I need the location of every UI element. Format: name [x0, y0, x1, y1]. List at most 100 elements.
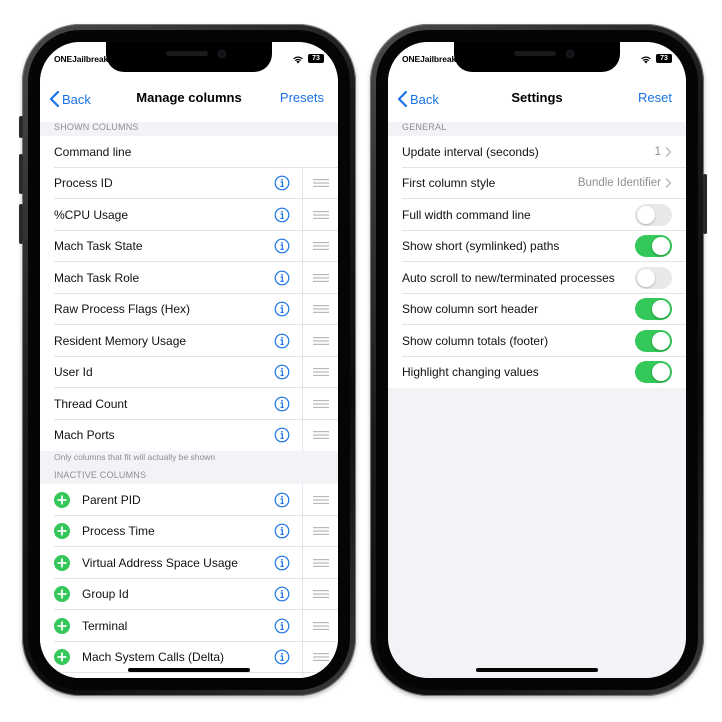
- inactive-column-row[interactable]: Terminal: [40, 610, 338, 642]
- info-icon[interactable]: [274, 207, 290, 223]
- reorder-handle[interactable]: [302, 673, 338, 678]
- setting-row[interactable]: Auto scroll to new/terminated processes: [388, 262, 686, 294]
- reorder-handle[interactable]: [302, 484, 338, 516]
- shown-column-row[interactable]: Raw Process Flags (Hex): [40, 293, 338, 325]
- shown-column-row[interactable]: Mach Ports: [40, 419, 338, 451]
- inactive-column-row[interactable]: Virtual Address Space Usage: [40, 547, 338, 579]
- info-icon[interactable]: [274, 238, 290, 254]
- add-icon[interactable]: [54, 586, 70, 603]
- setting-toggle[interactable]: [635, 329, 672, 352]
- column-label: Process ID: [54, 176, 113, 191]
- drag-handle-icon: [312, 305, 329, 314]
- settings-list[interactable]: GENERAL Update interval (seconds) 1 First …: [388, 122, 686, 678]
- info-icon[interactable]: [274, 618, 290, 634]
- add-icon[interactable]: [54, 491, 70, 508]
- info-icon[interactable]: [274, 555, 290, 571]
- reorder-handle[interactable]: [302, 641, 338, 673]
- presets-button[interactable]: Presets: [280, 90, 324, 105]
- reorder-handle[interactable]: [302, 325, 338, 357]
- home-indicator[interactable]: [128, 668, 250, 672]
- shown-columns-header: SHOWN COLUMNS: [54, 122, 139, 132]
- setting-toggle[interactable]: [635, 235, 672, 258]
- info-icon[interactable]: [274, 586, 290, 602]
- nav-bar: Back Settings Reset: [388, 76, 686, 122]
- shown-column-row[interactable]: Thread Count: [40, 388, 338, 420]
- add-icon[interactable]: [54, 649, 70, 666]
- toggle-knob: [637, 268, 655, 287]
- inactive-column-row[interactable]: Group Id: [40, 578, 338, 610]
- battery-icon: 73: [308, 54, 324, 63]
- setting-label: Show column sort header: [402, 302, 539, 317]
- info-icon[interactable]: [274, 301, 290, 317]
- info-icon[interactable]: [274, 175, 290, 191]
- setting-label: Auto scroll to new/terminated processes: [402, 270, 615, 285]
- settings-screen: ONEJailbreak 73 Back Settings Reset GENE…: [388, 42, 686, 678]
- general-header: GENERAL: [402, 122, 447, 132]
- phone-left: ONEJailbreak 73 Back Manage columns Pres…: [19, 24, 356, 696]
- reorder-handle[interactable]: [302, 515, 338, 547]
- shown-column-row[interactable]: User Id: [40, 356, 338, 388]
- shown-columns-group: Command line Process ID %CPU Usage Mach Tas…: [40, 136, 338, 451]
- info-icon[interactable]: [274, 364, 290, 380]
- setting-row[interactable]: First column style Bundle Identifier: [388, 167, 686, 199]
- reorder-handle[interactable]: [302, 167, 338, 199]
- add-icon[interactable]: [54, 617, 70, 634]
- info-icon[interactable]: [274, 427, 290, 443]
- shown-column-row[interactable]: %CPU Usage: [40, 199, 338, 231]
- shown-column-row[interactable]: Mach Task State: [40, 230, 338, 262]
- inactive-columns-header: INACTIVE COLUMNS: [54, 470, 147, 480]
- drag-handle-icon: [312, 558, 329, 567]
- shown-column-row[interactable]: Mach Task Role: [40, 262, 338, 294]
- drag-handle-icon: [312, 210, 329, 219]
- shown-column-row[interactable]: Command line: [40, 136, 338, 168]
- info-icon[interactable]: [274, 523, 290, 539]
- setting-row[interactable]: Show column sort header: [388, 293, 686, 325]
- reorder-handle[interactable]: [302, 199, 338, 231]
- reorder-handle[interactable]: [302, 262, 338, 294]
- reorder-handle[interactable]: [302, 419, 338, 451]
- column-label: Virtual Address Space Usage: [82, 555, 238, 570]
- drag-handle-icon: [312, 431, 329, 440]
- column-label: Mach Ports: [54, 428, 115, 443]
- home-indicator[interactable]: [476, 668, 598, 672]
- setting-toggle[interactable]: [635, 298, 672, 321]
- setting-toggle[interactable]: [635, 266, 672, 289]
- setting-row[interactable]: Full width command line: [388, 199, 686, 231]
- reorder-handle[interactable]: [302, 388, 338, 420]
- setting-label: First column style: [402, 176, 496, 191]
- info-icon[interactable]: [274, 492, 290, 508]
- drag-handle-icon: [312, 527, 329, 536]
- setting-row[interactable]: Show column totals (footer): [388, 325, 686, 357]
- column-label: Process Time: [82, 524, 155, 539]
- reorder-handle[interactable]: [302, 356, 338, 388]
- add-icon[interactable]: [54, 523, 70, 540]
- add-icon[interactable]: [54, 554, 70, 571]
- setting-row[interactable]: Highlight changing values: [388, 356, 686, 388]
- setting-label: Show short (symlinked) paths: [402, 239, 560, 254]
- phone-right: ONEJailbreak 73 Back Settings Reset GENE…: [370, 24, 707, 696]
- inactive-column-row[interactable]: BSD System Calls (Delta): [40, 673, 338, 678]
- inactive-column-row[interactable]: Process Time: [40, 515, 338, 547]
- volume-down-button: [19, 204, 23, 244]
- setting-row[interactable]: Show short (symlinked) paths: [388, 230, 686, 262]
- reorder-handle[interactable]: [302, 293, 338, 325]
- wifi-icon: [293, 56, 303, 64]
- setting-toggle[interactable]: [635, 203, 672, 226]
- column-label: Resident Memory Usage: [54, 333, 187, 348]
- reorder-handle[interactable]: [302, 230, 338, 262]
- info-icon[interactable]: [274, 270, 290, 286]
- shown-column-row[interactable]: Resident Memory Usage: [40, 325, 338, 357]
- reset-button[interactable]: Reset: [638, 90, 672, 105]
- reorder-handle[interactable]: [302, 610, 338, 642]
- setting-row[interactable]: Update interval (seconds) 1: [388, 136, 686, 168]
- columns-list[interactable]: SHOWN COLUMNS Command line Process ID %CPU…: [40, 122, 338, 678]
- reorder-handle[interactable]: [302, 578, 338, 610]
- setting-toggle[interactable]: [635, 361, 672, 384]
- info-icon[interactable]: [274, 396, 290, 412]
- info-icon[interactable]: [274, 649, 290, 665]
- carrier-label: ONEJailbreak: [54, 54, 109, 64]
- shown-column-row[interactable]: Process ID: [40, 167, 338, 199]
- inactive-column-row[interactable]: Parent PID: [40, 484, 338, 516]
- info-icon[interactable]: [274, 333, 290, 349]
- reorder-handle[interactable]: [302, 547, 338, 579]
